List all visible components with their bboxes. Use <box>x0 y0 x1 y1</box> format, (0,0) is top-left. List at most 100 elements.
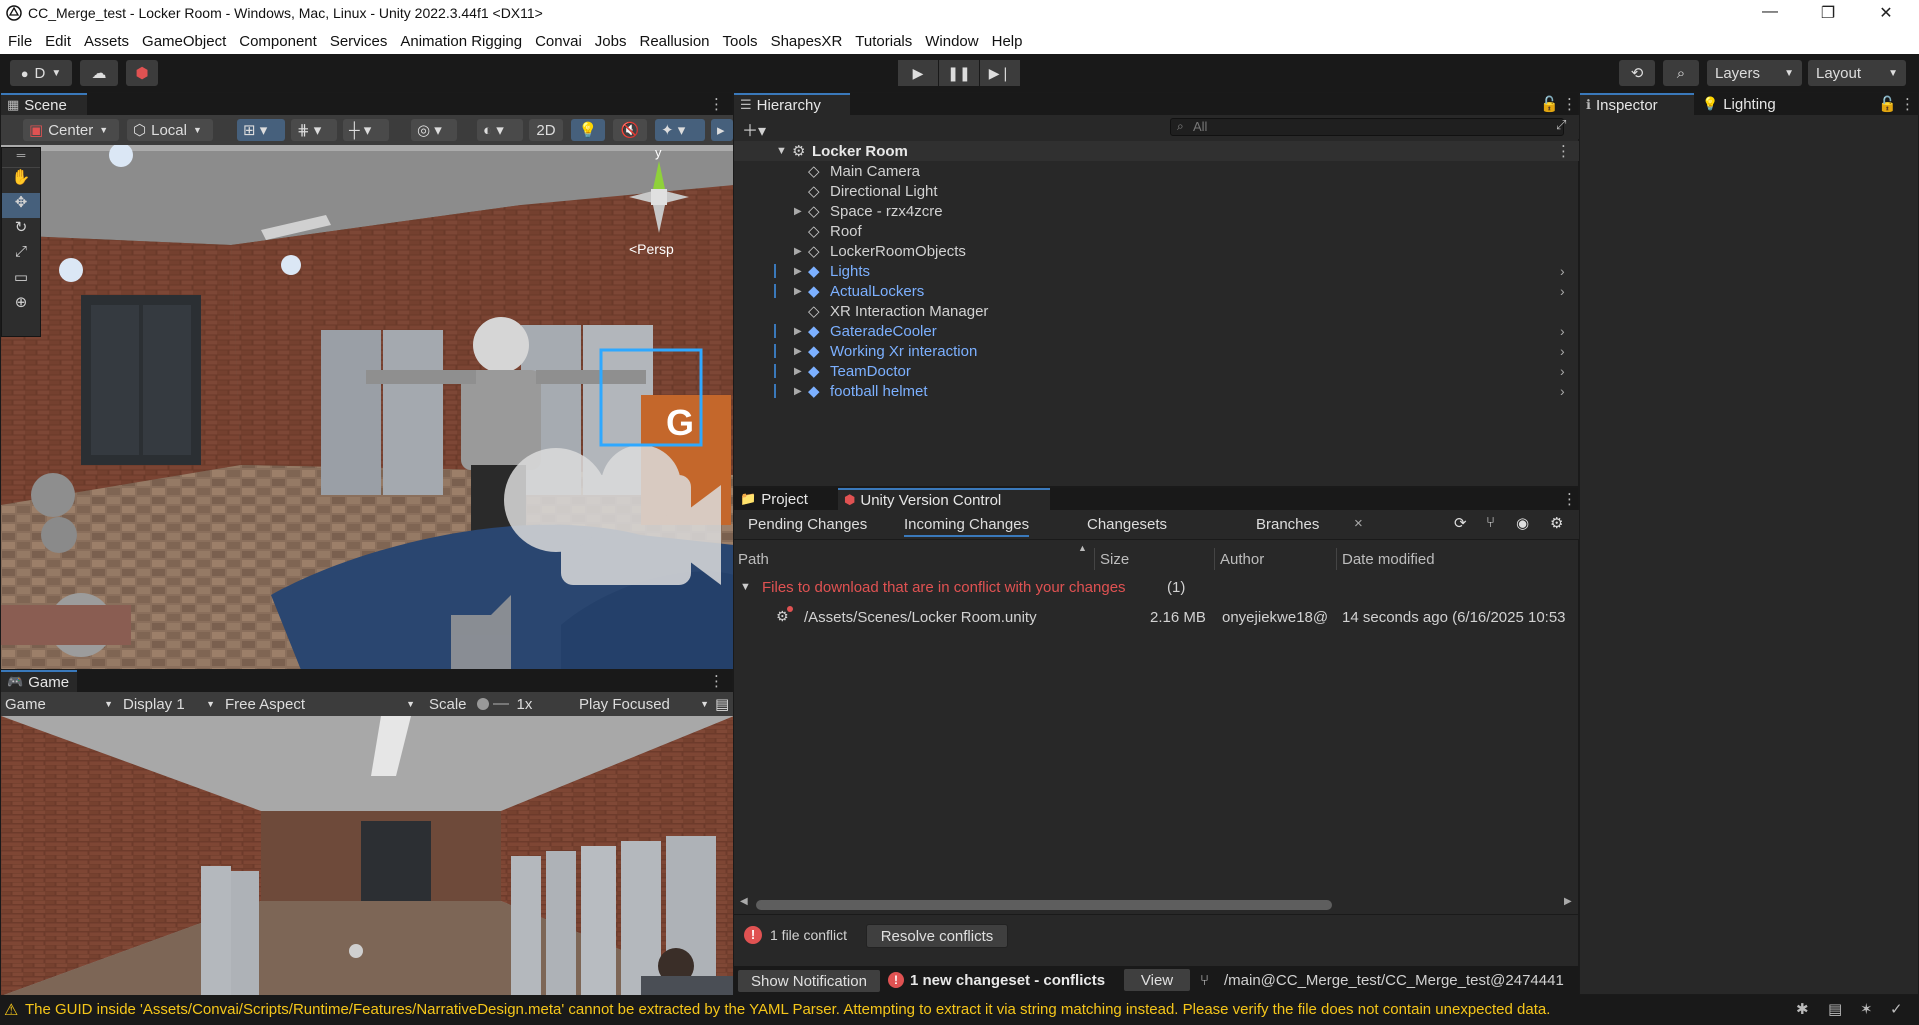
hierarchy-item[interactable]: ▶ ◆ Lights › <box>734 261 1580 281</box>
space-dropdown[interactable]: ⬡ Local ▼ <box>127 119 213 141</box>
tab-project[interactable]: 📁 Project <box>734 488 838 510</box>
more-options-icon[interactable]: ⋮ <box>709 672 724 690</box>
minimize-button[interactable]: — <box>1750 3 1790 21</box>
hierarchy-search-input[interactable]: ⌕ All <box>1170 118 1564 136</box>
scale-tool-icon[interactable]: ⤢ <box>2 243 40 268</box>
mode-2d-toggle[interactable]: 2D <box>529 119 563 141</box>
version-control-button[interactable]: ⬢ <box>126 60 158 86</box>
grid-visibility-toggle[interactable]: ⋕ ▾ <box>291 119 337 141</box>
aspect-dropdown[interactable]: Free Aspect ▼ <box>225 694 415 714</box>
draw-mode-dropdown[interactable]: ◎ ▾ <box>411 119 457 141</box>
expand-arrow-icon[interactable]: ▶ <box>794 286 802 297</box>
light-icon[interactable]: ✶ <box>1860 1000 1873 1018</box>
audio-toggle[interactable]: 🔇 <box>613 119 647 141</box>
orientation-gizmo[interactable]: y <box>619 145 699 237</box>
menu-reallusion[interactable]: Reallusion <box>639 33 709 50</box>
tab-unity-version-control[interactable]: ⬢ Unity Version Control <box>838 488 1050 510</box>
subtab-incoming-changes[interactable]: Incoming Changes <box>904 516 1030 537</box>
column-size[interactable]: Size <box>1100 551 1129 568</box>
column-author[interactable]: Author <box>1220 551 1264 568</box>
column-divider[interactable] <box>1214 548 1215 570</box>
layers-dropdown[interactable]: Layers ▼ <box>1707 60 1802 86</box>
scroll-right-icon[interactable]: ▶ <box>1564 896 1572 907</box>
subtab-changesets[interactable]: Changesets <box>1087 516 1167 533</box>
chevron-right-icon[interactable]: › <box>1560 283 1565 299</box>
close-tab-icon[interactable]: × <box>1354 515 1363 532</box>
more-options-icon[interactable]: ⋮ <box>1562 490 1577 508</box>
column-divider[interactable] <box>1336 548 1337 570</box>
gizmos-toggle[interactable]: ▸ <box>711 119 733 141</box>
progress-icon[interactable]: ▤ <box>1828 1000 1842 1018</box>
menu-animation-rigging[interactable]: Animation Rigging <box>400 33 522 50</box>
drag-handle-icon[interactable]: ═ <box>2 148 40 168</box>
expand-arrow-icon[interactable]: ▶ <box>794 346 802 357</box>
sort-arrow-icon[interactable]: ▲ <box>1078 543 1087 553</box>
cloud-button[interactable]: ☁ <box>80 60 118 86</box>
game-view-dropdown[interactable]: Game ▼ <box>5 694 113 714</box>
hierarchy-item[interactable]: ▶ ◆ GateradeCooler › <box>734 321 1580 341</box>
transform-tool-icon[interactable]: ⊕ <box>2 293 40 318</box>
hierarchy-item[interactable]: ◇ Main Camera <box>734 161 1580 181</box>
expand-arrow-icon[interactable]: ▶ <box>794 246 802 257</box>
column-path[interactable]: Path <box>738 551 769 568</box>
hierarchy-item[interactable]: ◇ XR Interaction Manager <box>734 301 1580 321</box>
expand-arrow-icon[interactable]: ▶ <box>794 386 802 397</box>
menu-jobs[interactable]: Jobs <box>595 33 627 50</box>
scale-slider[interactable]: Scale 1x <box>429 694 565 714</box>
close-window-button[interactable]: ✕ <box>1866 3 1906 23</box>
table-row[interactable]: ⚙ /Assets/Scenes/Locker Room.unity 2.16 … <box>734 606 1580 630</box>
grid-snap-toggle[interactable]: ⊞ ▾ <box>237 119 285 141</box>
expand-arrow-icon[interactable]: ▶ <box>794 266 802 277</box>
expand-arrow-icon[interactable]: ▶ <box>794 326 802 337</box>
hierarchy-item[interactable]: ▶ ◆ TeamDoctor › <box>734 361 1580 381</box>
pivot-dropdown[interactable]: ▣ Center ▼ <box>23 119 119 141</box>
expand-arrow-icon[interactable]: ▼ <box>776 145 787 157</box>
hierarchy-item[interactable]: ▶ ◆ ActualLockers › <box>734 281 1580 301</box>
create-button[interactable]: ＋▾ <box>742 117 766 141</box>
tab-lighting[interactable]: 💡 Lighting <box>1696 93 1796 115</box>
menu-tutorials[interactable]: Tutorials <box>855 33 912 50</box>
chevron-right-icon[interactable]: › <box>1560 383 1565 399</box>
lighting-toggle[interactable]: 💡 <box>571 119 605 141</box>
game-viewport[interactable] <box>1 716 734 996</box>
account-dropdown[interactable]: ● D ▼ <box>10 60 72 86</box>
menu-file[interactable]: File <box>8 33 32 50</box>
chevron-right-icon[interactable]: › <box>1560 363 1565 379</box>
menu-gameobject[interactable]: GameObject <box>142 33 226 50</box>
history-button[interactable]: ⟲ <box>1619 60 1655 86</box>
gear-icon[interactable]: ⚙ <box>1550 514 1563 532</box>
tab-hierarchy[interactable]: ☰ Hierarchy <box>734 93 850 115</box>
slider-thumb-icon[interactable] <box>476 698 489 710</box>
view-button[interactable]: View <box>1124 969 1190 991</box>
hierarchy-item[interactable]: ▶ ◇ Space - rzx4zcre <box>734 201 1580 221</box>
menu-services[interactable]: Services <box>330 33 388 50</box>
pause-button[interactable]: ❚❚ <box>939 60 979 86</box>
display-dropdown[interactable]: Display 1 ▼ <box>123 694 215 714</box>
chevron-right-icon[interactable]: › <box>1560 343 1565 359</box>
refresh-icon[interactable]: ⟳ <box>1454 514 1467 532</box>
chevron-right-icon[interactable]: › <box>1560 323 1565 339</box>
branch-icon[interactable]: ⑂ <box>1486 514 1495 531</box>
step-button[interactable]: ▶❘ <box>980 60 1020 86</box>
console-status-bar[interactable]: ⚠ The GUID inside 'Assets/Convai/Scripts… <box>0 995 1919 1025</box>
menu-assets[interactable]: Assets <box>84 33 129 50</box>
play-mode-dropdown[interactable]: Play Focused ▼ <box>579 694 709 714</box>
menu-convai[interactable]: Convai <box>535 33 582 50</box>
menu-tools[interactable]: Tools <box>723 33 758 50</box>
search-button[interactable]: ⌕ <box>1663 60 1699 86</box>
resolve-conflicts-button[interactable]: Resolve conflicts <box>866 924 1008 948</box>
expand-arrow-icon[interactable]: ▼ <box>740 581 751 593</box>
subtab-branches[interactable]: Branches <box>1256 516 1319 533</box>
layout-dropdown[interactable]: Layout ▼ <box>1808 60 1906 86</box>
lock-icon[interactable]: 🔓 <box>1540 95 1559 113</box>
more-options-icon[interactable]: ⋮ <box>1556 142 1571 160</box>
column-date-modified[interactable]: Date modified <box>1342 551 1435 568</box>
checkmark-icon[interactable]: ✓ <box>1890 1000 1903 1018</box>
menu-component[interactable]: Component <box>239 33 317 50</box>
hierarchy-item[interactable]: ▶ ◆ Working Xr interaction › <box>734 341 1580 361</box>
tab-inspector[interactable]: ℹ Inspector <box>1580 93 1694 115</box>
rect-tool-icon[interactable]: ▭ <box>2 268 40 293</box>
shading-mode-dropdown[interactable]: ◐ ▾ <box>477 119 523 141</box>
more-options-icon[interactable]: ⋮ <box>1562 95 1577 113</box>
expand-arrow-icon[interactable]: ▶ <box>794 366 802 377</box>
